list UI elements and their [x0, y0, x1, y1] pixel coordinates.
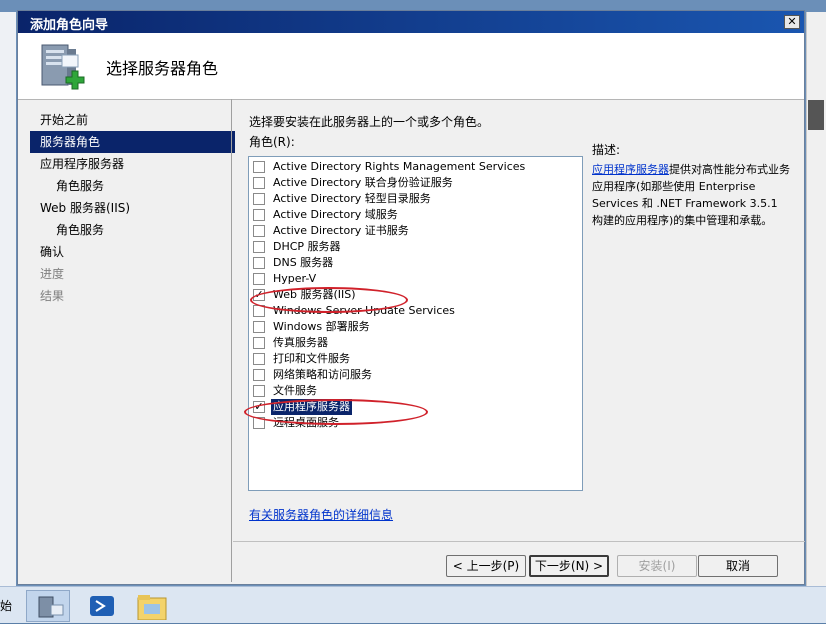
description-label: 描述: — [592, 143, 621, 157]
role-checkbox[interactable] — [253, 337, 265, 349]
nav-step-app-role-services[interactable]: 角色服务 — [30, 175, 235, 197]
nav-step-results: 结果 — [40, 289, 65, 303]
role-item[interactable]: Active Directory 域服务 — [253, 207, 573, 223]
wizard-header: 选择服务器角色 — [18, 33, 804, 100]
close-icon: ✕ — [787, 15, 797, 28]
role-item[interactable]: Hyper-V — [253, 271, 573, 287]
powershell-icon — [90, 596, 114, 616]
role-item[interactable]: DHCP 服务器 — [253, 239, 573, 255]
description-link[interactable]: 应用程序服务器 — [592, 163, 669, 176]
nav-step-application-server[interactable]: 应用程序服务器 — [30, 153, 235, 175]
annotation-ellipse-application-server — [244, 399, 428, 425]
role-item[interactable]: DNS 服务器 — [253, 255, 573, 271]
install-button: 安装(I) — [617, 555, 697, 577]
role-label: Hyper-V — [273, 272, 317, 285]
role-checkbox[interactable] — [253, 385, 265, 397]
button-bar-separator — [233, 541, 805, 542]
role-label: Active Directory 轻型目录服务 — [273, 192, 431, 205]
role-checkbox[interactable] — [253, 177, 265, 189]
role-checkbox[interactable] — [253, 241, 265, 253]
role-checkbox[interactable] — [253, 161, 265, 173]
nav-step-before-you-begin[interactable]: 开始之前 — [30, 109, 235, 131]
back-button[interactable]: < 上一步(P) — [446, 555, 526, 577]
instruction-text: 选择要安装在此服务器上的一个或多个角色。 — [249, 115, 490, 129]
role-label: DHCP 服务器 — [273, 240, 341, 253]
role-checkbox[interactable] — [253, 225, 265, 237]
wizard-content: 选择要安装在此服务器上的一个或多个角色。 角色(R): Active Direc… — [233, 99, 805, 585]
taskbar: 始 — [0, 586, 826, 623]
nav-step-server-roles[interactable]: 服务器角色 — [30, 131, 235, 153]
role-checkbox[interactable] — [253, 193, 265, 205]
server-role-add-icon — [41, 44, 85, 90]
folder-icon — [137, 595, 167, 621]
wizard-steps-nav: 开始之前 服务器角色 应用程序服务器 角色服务 Web 服务器(IIS) 角色服… — [30, 109, 235, 579]
role-item[interactable]: Active Directory Rights Management Servi… — [253, 159, 573, 175]
role-checkbox[interactable] — [253, 273, 265, 285]
role-item[interactable]: Active Directory 联合身份验证服务 — [253, 175, 573, 191]
dialog-title: 添加角色向导 — [30, 18, 109, 33]
next-button[interactable]: 下一步(N) > — [529, 555, 609, 577]
role-label: Active Directory 域服务 — [273, 208, 398, 221]
role-checkbox[interactable] — [253, 353, 265, 365]
role-label: 传真服务器 — [273, 336, 328, 349]
role-checkbox[interactable] — [253, 209, 265, 221]
taskbar-server-manager[interactable] — [26, 590, 70, 622]
role-item[interactable]: Active Directory 证书服务 — [253, 223, 573, 239]
page-title: 选择服务器角色 — [106, 59, 219, 78]
nav-step-web-role-services[interactable]: 角色服务 — [30, 219, 235, 241]
annotation-ellipse-web-server — [250, 287, 408, 313]
nav-step-web-server-iis[interactable]: Web 服务器(IIS) — [30, 197, 235, 219]
nav-step-confirmation[interactable]: 确认 — [30, 241, 235, 263]
role-item[interactable]: 网络策略和访问服务 — [253, 367, 573, 383]
roles-list[interactable]: Active Directory Rights Management Servi… — [248, 156, 583, 491]
title-bar[interactable]: 添加角色向导 ✕ — [18, 11, 804, 33]
role-label: Active Directory Rights Management Servi… — [273, 160, 526, 173]
role-item[interactable]: 打印和文件服务 — [253, 351, 573, 367]
nav-divider — [231, 99, 232, 582]
cancel-button[interactable]: 取消 — [698, 555, 778, 577]
role-checkbox[interactable] — [253, 369, 265, 381]
role-item[interactable]: 文件服务 — [253, 383, 573, 399]
add-roles-wizard-dialog: 添加角色向导 ✕ 选择服务器角色 开始之前 服务器角色 应用程序服务器 角色服务… — [17, 10, 805, 585]
description-body: 应用程序服务器提供对高性能分布式业务应用程序(如那些使用 Enterprise … — [592, 161, 792, 229]
background-window-edge — [0, 12, 16, 586]
nav-step-progress: 进度 — [40, 267, 65, 281]
role-label: Active Directory 证书服务 — [273, 224, 409, 237]
role-label: Active Directory 联合身份验证服务 — [273, 176, 453, 189]
role-label: 文件服务 — [273, 384, 317, 397]
role-label: 打印和文件服务 — [273, 352, 350, 365]
taskbar-explorer[interactable] — [130, 590, 174, 622]
server-manager-icon — [38, 596, 64, 618]
role-label: Windows 部署服务 — [273, 320, 370, 333]
role-checkbox[interactable] — [253, 321, 265, 333]
taskbar-powershell[interactable] — [80, 590, 124, 622]
roles-label: 角色(R): — [249, 135, 295, 149]
server-roles-details-link[interactable]: 有关服务器角色的详细信息 — [249, 506, 393, 523]
background-scrollbar[interactable] — [806, 12, 826, 586]
role-label: DNS 服务器 — [273, 256, 334, 269]
role-item[interactable]: Active Directory 轻型目录服务 — [253, 191, 573, 207]
role-item[interactable]: 传真服务器 — [253, 335, 573, 351]
close-button[interactable]: ✕ — [784, 15, 800, 29]
role-checkbox[interactable] — [253, 257, 265, 269]
background-scrollbar-thumb[interactable] — [808, 100, 824, 130]
role-item[interactable]: Windows 部署服务 — [253, 319, 573, 335]
role-label: 网络策略和访问服务 — [273, 368, 372, 381]
start-button-partial[interactable]: 始 — [0, 597, 12, 614]
